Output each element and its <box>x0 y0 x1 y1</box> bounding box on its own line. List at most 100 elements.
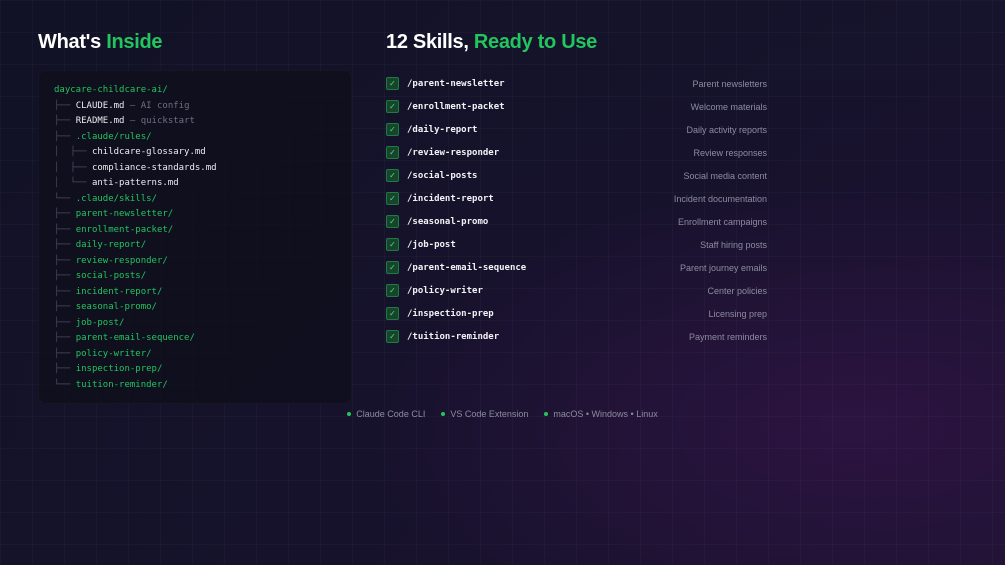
skill-command[interactable]: /social-posts <box>407 171 477 181</box>
tree-folder-name[interactable]: policy-writer/ <box>76 349 152 359</box>
tree-folder-name[interactable]: daycare-childcare-ai/ <box>54 85 168 95</box>
skill-command[interactable]: /job-post <box>407 240 456 250</box>
skill-row: ✓ /seasonal-promo Enrollment campaigns <box>386 210 767 233</box>
tree-line: │ ├── childcare-glossary.md <box>54 145 351 161</box>
tree-line: ├── .claude/rules/ <box>54 130 351 146</box>
tree-folder-name[interactable]: .claude/skills/ <box>76 194 157 204</box>
skill-row: ✓ /incident-report Incident documentation <box>386 187 767 210</box>
skill-command[interactable]: /inspection-prep <box>407 309 494 319</box>
skill-description: Review responses <box>693 147 767 158</box>
check-icon: ✓ <box>386 100 399 113</box>
footer-item: macOS • Windows • Linux <box>544 409 658 419</box>
tree-folder-name[interactable]: job-post/ <box>76 318 125 328</box>
skill-command[interactable]: /parent-email-sequence <box>407 263 526 273</box>
skill-row: ✓ /policy-writer Center policies <box>386 279 767 302</box>
tree-line: └── .claude/skills/ <box>54 192 351 208</box>
tree-line: ├── seasonal-promo/ <box>54 300 351 316</box>
tree-branch-prefix: ├── <box>54 100 76 111</box>
skill-description: Center policies <box>707 285 767 296</box>
tree-file-name[interactable]: childcare-glossary.md <box>92 147 206 157</box>
tree-folder-name[interactable]: .claude/rules/ <box>76 132 152 142</box>
tree-folder-name[interactable]: parent-email-sequence/ <box>76 333 195 343</box>
tree-comment: — AI config <box>124 100 190 111</box>
skill-command[interactable]: /incident-report <box>407 194 494 204</box>
skill-command[interactable]: /enrollment-packet <box>407 102 505 112</box>
tree-line: │ └── anti-patterns.md <box>54 176 351 192</box>
tree-branch-prefix: ├── <box>54 271 76 281</box>
skills-list: ✓ /parent-newsletter Parent newsletters ✓ /e… <box>386 72 767 348</box>
skill-description: Licensing prep <box>708 308 767 319</box>
tree-file-name[interactable]: README.md <box>76 116 125 126</box>
tree-branch-prefix: └── <box>54 193 76 204</box>
tree-branch-prefix: ├── <box>54 116 76 126</box>
footer-item: VS Code Extension <box>441 409 528 419</box>
tree-folder-name[interactable]: tuition-reminder/ <box>76 380 168 390</box>
heading-accent-text: Ready to Use <box>473 31 597 53</box>
check-icon: ✓ <box>386 146 399 159</box>
tree-line: ├── social-posts/ <box>54 269 351 285</box>
skill-row: ✓ /parent-email-sequence Parent journey em… <box>386 256 767 279</box>
tree-file-name[interactable]: compliance-standards.md <box>92 163 217 173</box>
skill-description: Incident documentation <box>673 193 767 204</box>
file-tree-panel: daycare-childcare-ai/ ├── CLAUDE.md — AI … <box>38 70 352 404</box>
check-icon: ✓ <box>386 77 399 90</box>
footer-label: VS Code Extension <box>450 409 529 419</box>
tree-branch-prefix: ├── <box>54 364 76 374</box>
tree-line: ├── policy-writer/ <box>54 347 351 363</box>
footer-label: macOS • Windows • Linux <box>553 409 658 419</box>
tree-branch-prefix: ├── <box>54 317 76 328</box>
skill-description: Enrollment campaigns <box>677 216 767 227</box>
tree-line: ├── parent-email-sequence/ <box>54 331 351 347</box>
skill-command[interactable]: /daily-report <box>407 125 477 135</box>
tree-folder-name[interactable]: incident-report/ <box>76 287 163 297</box>
tree-folder-name[interactable]: review-responder/ <box>76 256 168 266</box>
check-icon: ✓ <box>386 192 399 205</box>
footer-label: Claude Code CLI <box>356 409 426 419</box>
skill-row: ✓ /social-posts Social media content <box>386 164 767 187</box>
check-icon: ✓ <box>386 284 399 297</box>
skill-description: Daily activity reports <box>686 124 767 135</box>
skill-description: Social media content <box>683 170 767 181</box>
tree-file-name[interactable]: CLAUDE.md <box>76 101 125 111</box>
skill-description: Welcome materials <box>690 101 767 112</box>
skill-description: Parent newsletters <box>692 78 767 89</box>
check-icon: ✓ <box>386 330 399 343</box>
skill-row: ✓ /job-post Staff hiring posts <box>386 233 767 256</box>
skill-command[interactable]: /tuition-reminder <box>407 332 499 342</box>
heading-plain-text: What's <box>38 31 101 53</box>
skill-description: Parent journey emails <box>679 262 767 273</box>
skill-row: ✓ /inspection-prep Licensing prep <box>386 302 767 325</box>
tree-folder-name[interactable]: inspection-prep/ <box>76 364 163 374</box>
tree-line: ├── README.md — quickstart <box>54 114 351 130</box>
tree-line: │ ├── compliance-standards.md <box>54 161 351 177</box>
skill-row: ✓ /tuition-reminder Payment reminders <box>386 325 767 348</box>
heading-accent-text: Inside <box>106 31 163 53</box>
tree-line: ├── enrollment-packet/ <box>54 223 351 239</box>
skill-command[interactable]: /seasonal-promo <box>407 217 488 227</box>
tree-folder-name[interactable]: enrollment-packet/ <box>76 225 174 235</box>
skill-row: ✓ /parent-newsletter Parent newsletters <box>386 72 767 95</box>
tree-line: ├── job-post/ <box>54 316 351 332</box>
bullet-dot-icon <box>441 411 446 416</box>
tree-folder-name[interactable]: parent-newsletter/ <box>76 209 174 219</box>
tree-line: ├── parent-newsletter/ <box>54 207 351 223</box>
tree-file-name[interactable]: anti-patterns.md <box>92 178 179 188</box>
tree-folder-name[interactable]: social-posts/ <box>76 271 146 281</box>
tree-branch-prefix: │ ├── <box>54 162 92 173</box>
tree-line: └── tuition-reminder/ <box>54 378 351 394</box>
tree-line: ├── incident-report/ <box>54 285 351 301</box>
check-icon: ✓ <box>386 169 399 182</box>
tree-folder-name[interactable]: seasonal-promo/ <box>76 302 157 312</box>
tree-branch-prefix: └── <box>54 379 76 390</box>
skill-command[interactable]: /policy-writer <box>407 286 483 296</box>
skill-row: ✓ /daily-report Daily activity reports <box>386 118 767 141</box>
skill-row: ✓ /review-responder Review responses <box>386 141 767 164</box>
heading-plain-text: 12 Skills, <box>386 31 469 53</box>
tree-branch-prefix: ├── <box>54 348 76 359</box>
tree-comment: — quickstart <box>124 116 195 126</box>
tree-folder-name[interactable]: daily-report/ <box>76 240 146 250</box>
tree-branch-prefix: ├── <box>54 255 76 266</box>
skill-command[interactable]: /parent-newsletter <box>407 79 505 89</box>
skill-command[interactable]: /review-responder <box>407 148 499 158</box>
check-icon: ✓ <box>386 215 399 228</box>
